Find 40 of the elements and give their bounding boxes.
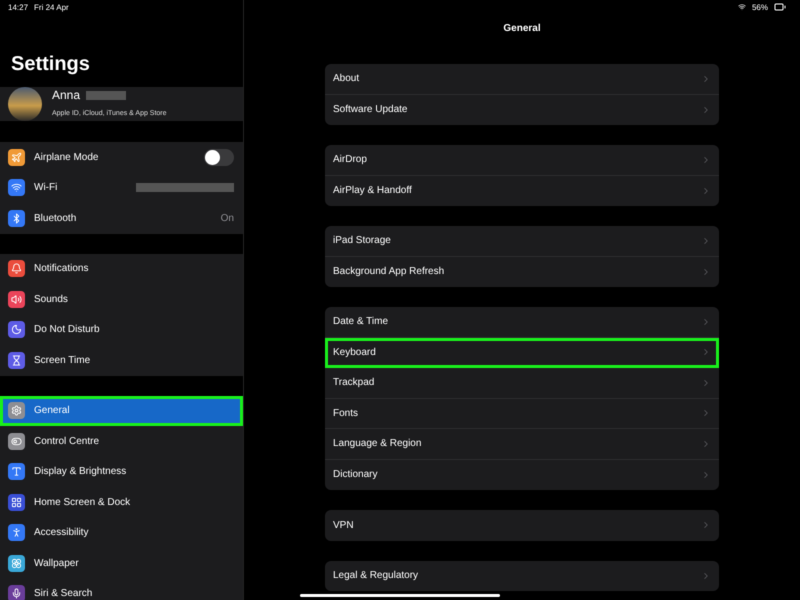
settings-row[interactable]: Legal & Regulatory [325, 560, 719, 591]
settings-row[interactable]: Fonts [325, 398, 719, 429]
sidebar-item[interactable]: Home Screen & Dock [0, 487, 243, 518]
sidebar-item[interactable]: Bluetooth On [0, 203, 243, 234]
sidebar-item[interactable]: Accessibility [0, 518, 243, 548]
avatar-photo [8, 87, 42, 121]
sidebar-item[interactable]: Wallpaper [0, 548, 243, 578]
settings-row[interactable]: Date & Time [325, 307, 719, 338]
sidebar-item[interactable]: General [0, 396, 243, 426]
settings-row[interactable]: Language & Region [325, 429, 719, 460]
settings-row[interactable]: AirDrop [325, 145, 719, 176]
settings-row[interactable]: Trackpad [325, 368, 719, 398]
battery-icon [774, 1, 786, 13]
battery-percent: 56% [752, 2, 768, 12]
sidebar-item[interactable]: Control Centre [0, 426, 243, 456]
settings-row[interactable]: iPad Storage [325, 226, 719, 256]
sidebar-item[interactable]: Siri & Search [0, 578, 243, 600]
sidebar-item[interactable]: Sounds [0, 284, 243, 314]
profile-name: Anna [52, 88, 80, 102]
status-date: Fri 24 Apr [34, 2, 69, 12]
status-time: 14:27 [8, 2, 28, 12]
sidebar-item[interactable]: Screen Time [0, 345, 243, 376]
setting-value: On [220, 212, 234, 224]
settings-row[interactable]: AirPlay & Handoff [325, 176, 719, 206]
sidebar-item[interactable]: Wi-Fi [0, 172, 243, 203]
sidebar-item[interactable]: Display & Brightness [0, 456, 243, 487]
redacted-bar [86, 90, 126, 100]
settings-row[interactable]: Background App Refresh [325, 256, 719, 287]
sidebar-item[interactable]: Notifications [0, 254, 243, 284]
sidebar-item[interactable]: Do Not Disturb [0, 314, 243, 345]
settings-row[interactable]: Keyboard [325, 338, 719, 368]
wifi-icon [738, 3, 746, 11]
settings-row[interactable]: VPN [325, 510, 719, 540]
sidebar-item[interactable]: Airplane Mode [0, 142, 243, 172]
settings-row[interactable]: About [325, 64, 719, 94]
page-title: General [503, 23, 541, 34]
settings-title: Settings [11, 52, 91, 76]
toggle-switch[interactable] [204, 148, 234, 166]
settings-row[interactable]: Software Update [325, 94, 719, 125]
settings-row[interactable]: Dictionary [325, 460, 719, 490]
